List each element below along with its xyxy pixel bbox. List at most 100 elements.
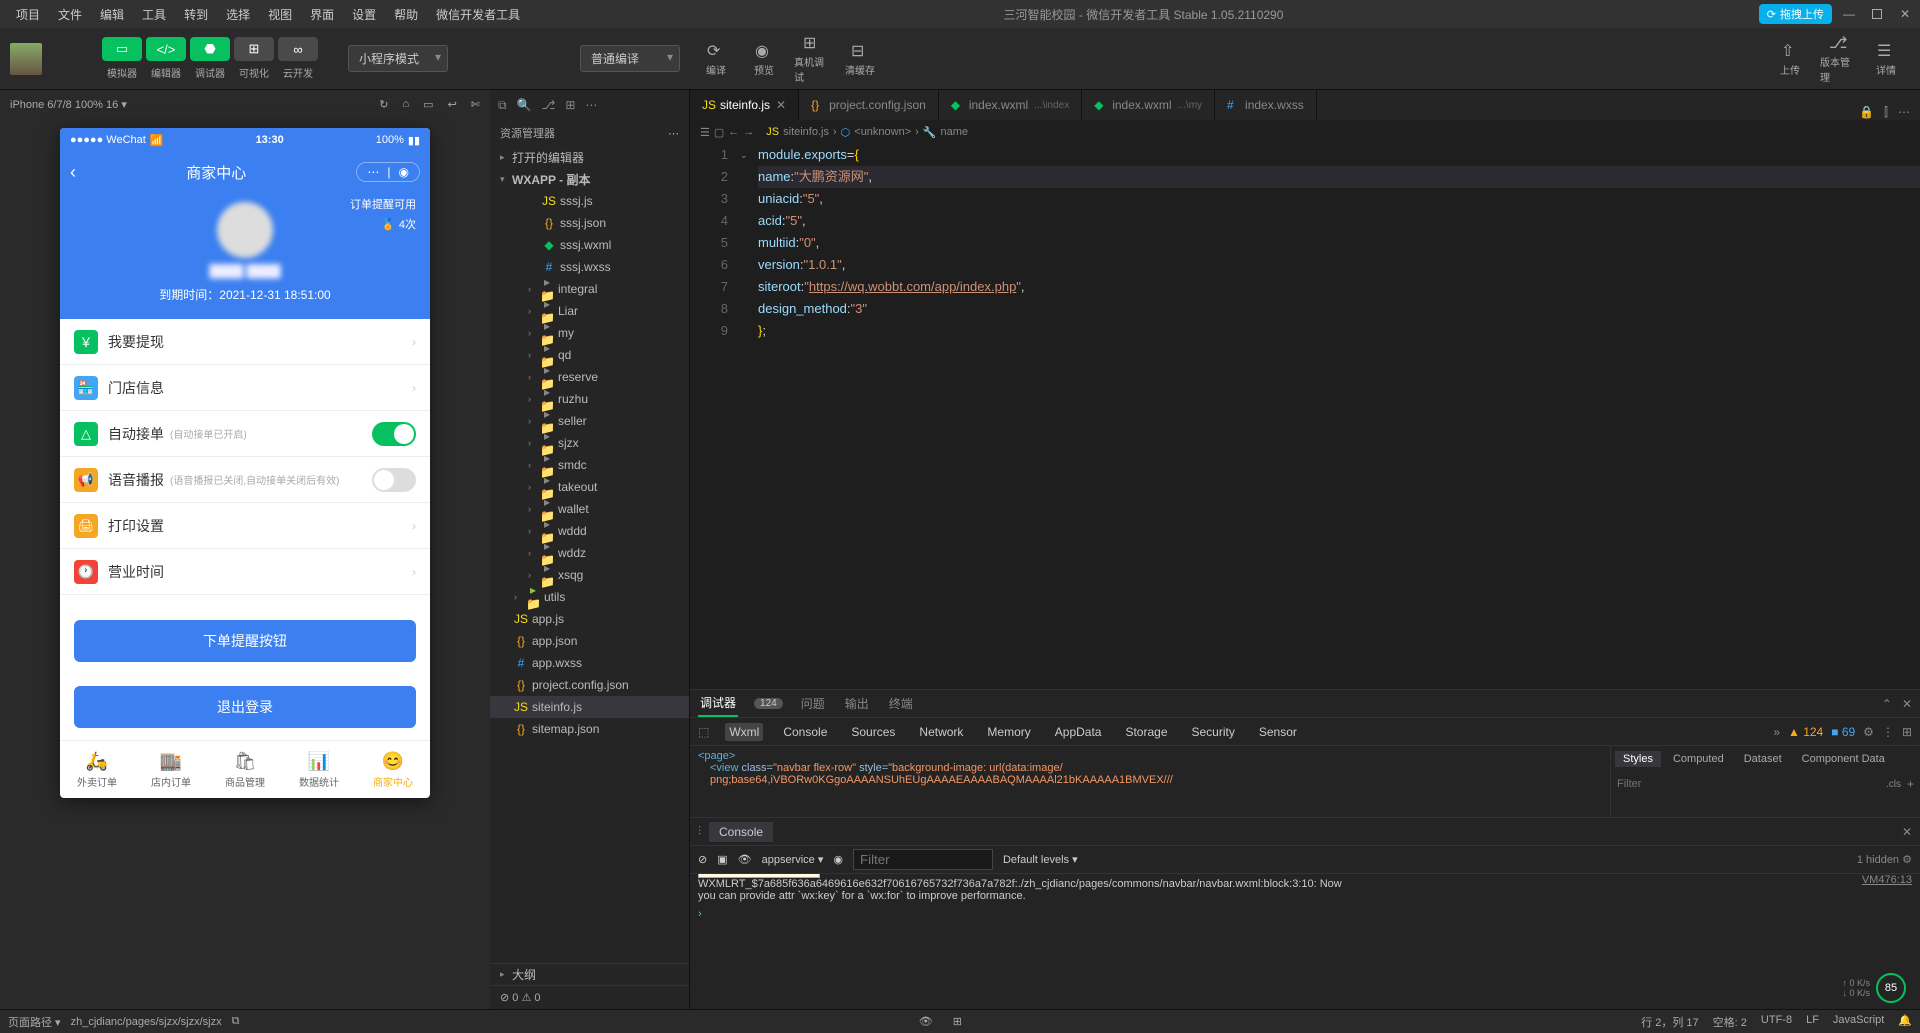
file-siteinfo.js[interactable]: JSsiteinfo.js [490, 696, 689, 718]
tb-详情[interactable]: ☰详情 [1868, 41, 1904, 77]
indent[interactable]: 空格: 2 [1713, 1014, 1747, 1030]
menu-设置[interactable]: 设置 [344, 4, 384, 25]
rotate-icon[interactable]: ↩ [448, 98, 457, 111]
bc-back-icon[interactable]: ← [728, 126, 739, 138]
devtab-输出[interactable]: 输出 [843, 691, 871, 716]
phone-icon[interactable]: ▭ [423, 98, 433, 111]
tab-index.wxss[interactable]: #index.wxss [1215, 90, 1317, 120]
menu-视图[interactable]: 视图 [260, 4, 300, 25]
menu-微信开发者工具[interactable]: 微信开发者工具 [428, 4, 528, 25]
tb-编译[interactable]: ⟳编译 [698, 41, 734, 77]
setting-row[interactable]: 🏪门店信息› [60, 365, 430, 411]
tabbar-数据统计[interactable]: 📊数据统计 [282, 741, 356, 798]
lock-icon[interactable]: 🔒 [1859, 105, 1874, 120]
ext-icon[interactable]: ⊞ [565, 98, 575, 112]
language[interactable]: JavaScript [1833, 1014, 1884, 1030]
context-dropdown[interactable]: appservice ▾ [762, 853, 824, 866]
panel-Network[interactable]: Network [915, 723, 967, 741]
file-app.json[interactable]: {}app.json [490, 630, 689, 652]
setting-row[interactable]: 🕐营业时间› [60, 549, 430, 595]
live-icon[interactable]: ◉ [833, 853, 843, 866]
dt-select-icon[interactable]: ⬚ [698, 725, 709, 739]
tab-close-icon[interactable]: ✕ [776, 98, 786, 112]
tabbar-店内订单[interactable]: 🏬店内订单 [134, 741, 208, 798]
maximize-icon[interactable] [1870, 7, 1884, 21]
more-panels-icon[interactable]: » [1773, 725, 1780, 739]
styles-tab-Dataset[interactable]: Dataset [1736, 751, 1790, 767]
cls-toggle[interactable]: .cls [1886, 779, 1901, 790]
setting-row[interactable]: 📢语音播报(语音播报已关闭,自动接单关闭后有效) [60, 457, 430, 503]
setting-row[interactable]: △自动接单(自动接单已开启) [60, 411, 430, 457]
file-app.wxss[interactable]: #app.wxss [490, 652, 689, 674]
file-smdc[interactable]: ›▸📁smdc [490, 454, 689, 476]
styles-tab-Component Data[interactable]: Component Data [1794, 751, 1893, 767]
styles-filter-input[interactable] [1617, 778, 1886, 790]
devtab-问题[interactable]: 问题 [799, 691, 827, 716]
outline-section[interactable]: ▸大纲 [490, 963, 689, 985]
bc-file[interactable]: siteinfo.js [783, 126, 829, 138]
file-Liar[interactable]: ›▸📁Liar [490, 300, 689, 322]
console-clear-icon[interactable]: ⊘ [698, 853, 707, 866]
vm-link[interactable]: VM476:13 [1862, 874, 1912, 886]
menu-界面[interactable]: 界面 [302, 4, 342, 25]
console-sidebar-icon[interactable]: ⫶ [698, 824, 701, 839]
file-ruzhu[interactable]: ›▸📁ruzhu [490, 388, 689, 410]
file-sjzx[interactable]: ›▸📁sjzx [490, 432, 689, 454]
file-reserve[interactable]: ›▸📁reserve [490, 366, 689, 388]
encoding[interactable]: UTF-8 [1761, 1014, 1792, 1030]
upload-badge[interactable]: ⟳拖拽上传 [1759, 4, 1832, 24]
setting-row[interactable]: ￥我要提现› [60, 319, 430, 365]
dock-icon[interactable]: ⊞ [1902, 725, 1912, 739]
console-close-icon[interactable]: ✕ [1902, 825, 1912, 839]
branch-icon[interactable]: ⎇ [542, 98, 556, 112]
visual-button[interactable]: ⊞ [234, 37, 274, 61]
cut-icon[interactable]: ✄ [471, 98, 480, 111]
page-path-dropdown[interactable]: 页面路径 ▾ [8, 1014, 61, 1030]
logout-button[interactable]: 退出登录 [74, 686, 416, 728]
levels-dropdown[interactable]: Default levels ▾ [1003, 853, 1078, 866]
console-eye-icon[interactable]: 👁 [738, 853, 752, 866]
bc-menu-icon[interactable]: ☰ [700, 126, 710, 139]
panel-Security[interactable]: Security [1188, 723, 1239, 741]
file-my[interactable]: ›▸📁my [490, 322, 689, 344]
tab-siteinfo.js[interactable]: JSsiteinfo.js✕ [690, 90, 799, 120]
panel-Console[interactable]: Console [779, 723, 831, 741]
more-icon[interactable]: ⋯ [585, 98, 597, 112]
panel-AppData[interactable]: AppData [1051, 723, 1106, 741]
tb-真机调试[interactable]: ⊞真机调试 [794, 41, 830, 77]
bc-func[interactable]: <unknown> [854, 126, 911, 138]
console-gear-icon[interactable]: ⚙ [1902, 854, 1912, 866]
dom-tree[interactable]: <page> <view class="navbar flex-row" sty… [690, 746, 1610, 817]
file-wallet[interactable]: ›▸📁wallet [490, 498, 689, 520]
bell-icon[interactable]: 🔔 [1898, 1014, 1912, 1030]
menu-编辑[interactable]: 编辑 [92, 4, 132, 25]
panel-Wxml[interactable]: Wxml [725, 723, 763, 741]
file-seller[interactable]: ›▸📁seller [490, 410, 689, 432]
bc-bookmark-icon[interactable]: ▢ [714, 126, 724, 139]
capsule[interactable]: ⋯|◉ [356, 162, 420, 182]
console-filter-input[interactable] [853, 849, 993, 870]
perf-score[interactable]: 85 [1876, 973, 1906, 1003]
bc-forward-icon[interactable]: → [743, 126, 754, 138]
cloud-button[interactable]: ∞ [278, 37, 318, 61]
remind-button[interactable]: 下单提醒按钮 [74, 620, 416, 662]
minimize-icon[interactable]: — [1842, 7, 1856, 21]
menu-选择[interactable]: 选择 [218, 4, 258, 25]
gear-icon[interactable]: ⚙ [1863, 725, 1874, 739]
setting-row[interactable]: 🖨打印设置› [60, 503, 430, 549]
tab-project.config.json[interactable]: {}project.config.json [799, 90, 939, 120]
tab-index.wxml[interactable]: ◆index.wxml...\index [939, 90, 1082, 120]
console-pin-icon[interactable]: ▣ [717, 853, 727, 866]
search-icon[interactable]: 🔍 [517, 98, 532, 112]
debugger-button[interactable]: ⬣ [190, 37, 230, 61]
more-icon[interactable]: ⋯ [1898, 105, 1910, 120]
devtab-调试器[interactable]: 调试器 [698, 690, 738, 717]
menu-icon[interactable]: ⋮ [1882, 725, 1894, 739]
tb-预览[interactable]: ◉预览 [746, 41, 782, 77]
eol[interactable]: LF [1806, 1014, 1819, 1030]
file-wddd[interactable]: ›▸📁wddd [490, 520, 689, 542]
split-icon[interactable]: ⫿ [1884, 105, 1888, 120]
tb-上传[interactable]: ⇧上传 [1772, 41, 1808, 77]
file-xsqg[interactable]: ›▸📁xsqg [490, 564, 689, 586]
mode-dropdown[interactable]: 小程序模式 [348, 45, 448, 72]
